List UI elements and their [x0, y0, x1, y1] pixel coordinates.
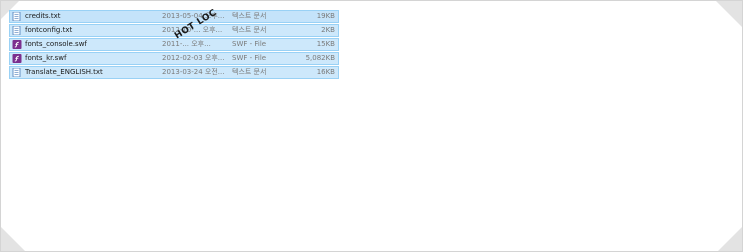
file-size: 15KB	[316, 40, 335, 48]
text-file-icon	[12, 26, 22, 35]
file-date: 2013-03-24 오전...	[162, 68, 225, 76]
file-name[interactable]: fonts_console.swf	[25, 39, 160, 50]
file-name[interactable]: Translate_ENGLISH.txt	[25, 67, 160, 78]
frame-corner-decoration	[716, 1, 742, 27]
file-date: 2012-02-03 오후...	[162, 54, 225, 62]
screenshot-frame: credits.txt 2013-05-04 오후... 텍스트 문서 19KB…	[0, 0, 743, 252]
swf-file-icon	[12, 40, 22, 49]
frame-corner-decoration	[718, 227, 742, 251]
file-type: SWF - File	[232, 54, 267, 62]
file-type: SWF - File	[232, 40, 267, 48]
file-type: 텍스트 문서	[232, 26, 267, 34]
file-row[interactable]: fonts_kr.swf 2012-02-03 오후... SWF - File…	[9, 52, 339, 65]
file-row[interactable]: fonts_console.swf 2011-... 오후... SWF - F…	[9, 38, 339, 51]
file-date: 2011-... 오후...	[162, 40, 211, 48]
file-size: 2KB	[321, 26, 335, 34]
file-row[interactable]: Translate_ENGLISH.txt 2013-03-24 오전... 텍…	[9, 66, 339, 79]
file-size: 19KB	[316, 12, 335, 20]
file-type: 텍스트 문서	[232, 12, 267, 20]
file-type: 텍스트 문서	[232, 68, 267, 76]
frame-corner-decoration	[1, 227, 25, 251]
file-size: 16KB	[316, 68, 335, 76]
file-list: credits.txt 2013-05-04 오후... 텍스트 문서 19KB…	[9, 10, 339, 80]
text-file-icon	[12, 68, 22, 77]
file-name[interactable]: fontconfig.txt	[25, 25, 160, 36]
file-name[interactable]: fonts_kr.swf	[25, 53, 160, 64]
file-row[interactable]: credits.txt 2013-05-04 오후... 텍스트 문서 19KB	[9, 10, 339, 23]
file-size: 5,082KB	[305, 54, 335, 62]
swf-file-icon	[12, 54, 22, 63]
file-name[interactable]: credits.txt	[25, 11, 160, 22]
text-file-icon	[12, 12, 22, 21]
